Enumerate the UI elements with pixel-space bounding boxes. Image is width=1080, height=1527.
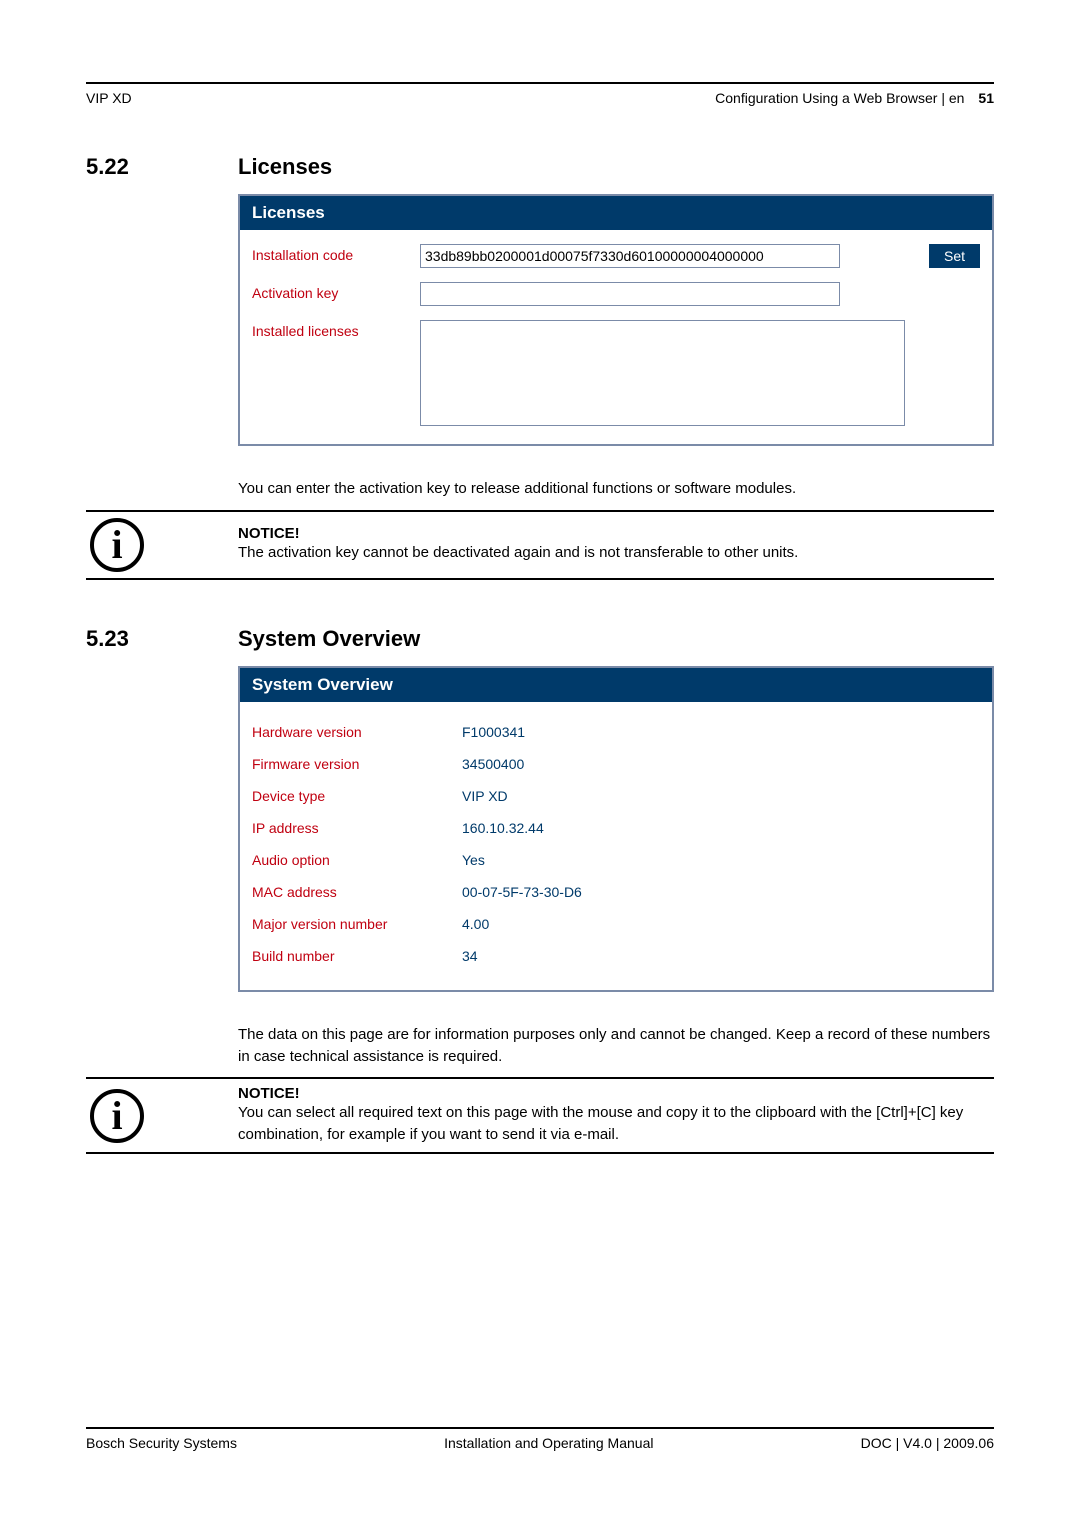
overview-row: IP address160.10.32.44: [252, 812, 980, 844]
overview-label: MAC address: [252, 884, 462, 900]
info-icon: i: [90, 518, 144, 572]
overview-row: Major version number4.00: [252, 908, 980, 940]
footer-rule: [86, 1427, 994, 1429]
overview-label: Audio option: [252, 852, 462, 868]
overview-row: Hardware versionF1000341: [252, 716, 980, 748]
page-footer: Bosch Security Systems Installation and …: [86, 1427, 994, 1451]
section-number-overview: 5.23: [86, 626, 238, 652]
section-overview: 5.23 System Overview System Overview Har…: [86, 626, 994, 1068]
overview-description: The data on this page are for informatio…: [238, 1024, 994, 1068]
footer-right: DOC | V4.0 | 2009.06: [861, 1435, 994, 1451]
section-title-licenses: Licenses: [238, 154, 994, 180]
notice-body: You can select all required text on this…: [238, 1102, 994, 1146]
section-title-overview: System Overview: [238, 626, 994, 652]
installed-licenses-textarea[interactable]: [420, 320, 905, 426]
overview-label: Hardware version: [252, 724, 462, 740]
overview-label: Major version number: [252, 916, 462, 932]
overview-notice: i NOTICE! You can select all required te…: [86, 1077, 994, 1154]
overview-value: Yes: [462, 852, 485, 868]
activation-key-label: Activation key: [252, 282, 420, 301]
overview-value: F1000341: [462, 724, 525, 740]
overview-value: 34: [462, 948, 478, 964]
overview-panel-header: System Overview: [240, 668, 992, 702]
licenses-description: You can enter the activation key to rele…: [238, 478, 994, 500]
overview-value: 00-07-5F-73-30-D6: [462, 884, 582, 900]
overview-panel: System Overview Hardware versionF1000341…: [238, 666, 994, 992]
overview-label: Build number: [252, 948, 462, 964]
notice-body: The activation key cannot be deactivated…: [238, 542, 994, 564]
header-breadcrumb: Configuration Using a Web Browser | en: [715, 90, 964, 106]
overview-value: VIP XD: [462, 788, 508, 804]
overview-row: MAC address00-07-5F-73-30-D6: [252, 876, 980, 908]
overview-label: Firmware version: [252, 756, 462, 772]
licenses-panel: Licenses Installation code Set Activatio…: [238, 194, 994, 446]
installation-code-label: Installation code: [252, 244, 420, 263]
overview-row: Firmware version34500400: [252, 748, 980, 780]
installed-licenses-label: Installed licenses: [252, 320, 420, 339]
section-number-licenses: 5.22: [86, 154, 238, 180]
page-header: VIP XD Configuration Using a Web Browser…: [86, 90, 994, 106]
notice-heading: NOTICE!: [238, 1085, 994, 1102]
overview-value: 4.00: [462, 916, 489, 932]
overview-value: 160.10.32.44: [462, 820, 544, 836]
header-rule: [86, 82, 994, 84]
overview-value: 34500400: [462, 756, 524, 772]
overview-label: Device type: [252, 788, 462, 804]
page-number: 51: [978, 90, 994, 106]
section-licenses: 5.22 Licenses Licenses Installation code…: [86, 154, 994, 500]
overview-row: Device typeVIP XD: [252, 780, 980, 812]
activation-key-input[interactable]: [420, 282, 840, 306]
overview-row: Build number34: [252, 940, 980, 972]
installation-code-input[interactable]: [420, 244, 840, 268]
info-icon: i: [90, 1089, 144, 1143]
header-left: VIP XD: [86, 90, 132, 106]
overview-row: Audio optionYes: [252, 844, 980, 876]
overview-label: IP address: [252, 820, 462, 836]
licenses-notice: i NOTICE! The activation key cannot be d…: [86, 510, 994, 580]
licenses-panel-header: Licenses: [240, 196, 992, 230]
footer-left: Bosch Security Systems: [86, 1435, 237, 1451]
notice-heading: NOTICE!: [238, 525, 994, 542]
footer-center: Installation and Operating Manual: [444, 1435, 653, 1451]
set-button[interactable]: Set: [929, 244, 980, 268]
